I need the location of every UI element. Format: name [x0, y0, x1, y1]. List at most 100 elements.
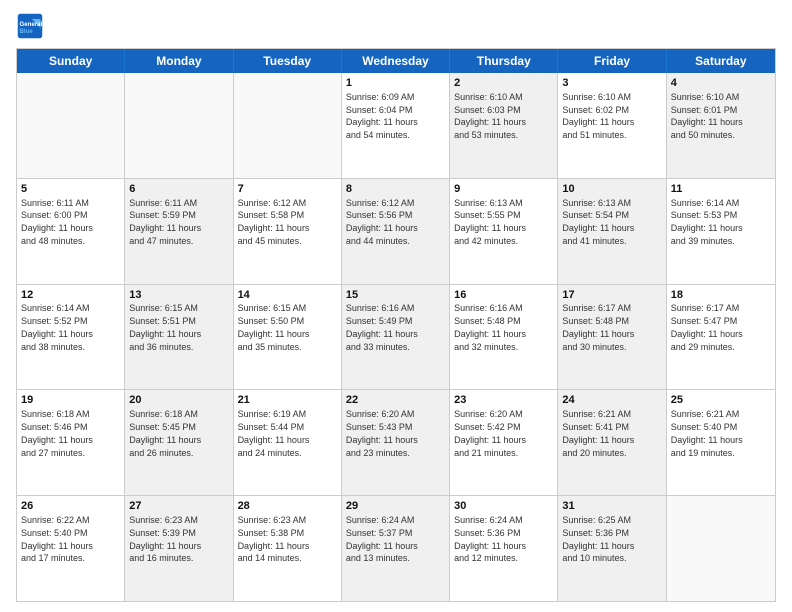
header: General Blue: [16, 12, 776, 40]
day-number: 10: [562, 182, 661, 197]
day-number: 16: [454, 288, 553, 303]
day-number: 12: [21, 288, 120, 303]
day-number: 24: [562, 393, 661, 408]
day-number: 3: [562, 76, 661, 91]
calendar-header: SundayMondayTuesdayWednesdayThursdayFrid…: [17, 49, 775, 73]
weekday-header-sunday: Sunday: [17, 49, 125, 73]
calendar-cell-r1-c1: 6Sunrise: 6:11 AM Sunset: 5:59 PM Daylig…: [125, 179, 233, 284]
day-number: 23: [454, 393, 553, 408]
weekday-header-monday: Monday: [125, 49, 233, 73]
cell-info: Sunrise: 6:14 AM Sunset: 5:52 PM Dayligh…: [21, 303, 93, 351]
cell-info: Sunrise: 6:23 AM Sunset: 5:39 PM Dayligh…: [129, 515, 201, 563]
calendar-row-1: 5Sunrise: 6:11 AM Sunset: 6:00 PM Daylig…: [17, 179, 775, 285]
day-number: 31: [562, 499, 661, 514]
day-number: 9: [454, 182, 553, 197]
calendar-cell-r2-c0: 12Sunrise: 6:14 AM Sunset: 5:52 PM Dayli…: [17, 285, 125, 390]
calendar-cell-r2-c3: 15Sunrise: 6:16 AM Sunset: 5:49 PM Dayli…: [342, 285, 450, 390]
calendar-cell-r1-c5: 10Sunrise: 6:13 AM Sunset: 5:54 PM Dayli…: [558, 179, 666, 284]
cell-info: Sunrise: 6:22 AM Sunset: 5:40 PM Dayligh…: [21, 515, 93, 563]
day-number: 17: [562, 288, 661, 303]
calendar: SundayMondayTuesdayWednesdayThursdayFrid…: [16, 48, 776, 602]
calendar-cell-r1-c3: 8Sunrise: 6:12 AM Sunset: 5:56 PM Daylig…: [342, 179, 450, 284]
calendar-row-4: 26Sunrise: 6:22 AM Sunset: 5:40 PM Dayli…: [17, 496, 775, 601]
calendar-body: 1Sunrise: 6:09 AM Sunset: 6:04 PM Daylig…: [17, 73, 775, 601]
cell-info: Sunrise: 6:21 AM Sunset: 5:41 PM Dayligh…: [562, 409, 634, 457]
logo-icon: General Blue: [16, 12, 44, 40]
calendar-cell-r0-c5: 3Sunrise: 6:10 AM Sunset: 6:02 PM Daylig…: [558, 73, 666, 178]
calendar-row-3: 19Sunrise: 6:18 AM Sunset: 5:46 PM Dayli…: [17, 390, 775, 496]
calendar-cell-r1-c2: 7Sunrise: 6:12 AM Sunset: 5:58 PM Daylig…: [234, 179, 342, 284]
calendar-cell-r4-c0: 26Sunrise: 6:22 AM Sunset: 5:40 PM Dayli…: [17, 496, 125, 601]
calendar-cell-r3-c6: 25Sunrise: 6:21 AM Sunset: 5:40 PM Dayli…: [667, 390, 775, 495]
cell-info: Sunrise: 6:24 AM Sunset: 5:36 PM Dayligh…: [454, 515, 526, 563]
cell-info: Sunrise: 6:17 AM Sunset: 5:47 PM Dayligh…: [671, 303, 743, 351]
day-number: 30: [454, 499, 553, 514]
calendar-cell-r0-c3: 1Sunrise: 6:09 AM Sunset: 6:04 PM Daylig…: [342, 73, 450, 178]
cell-info: Sunrise: 6:18 AM Sunset: 5:46 PM Dayligh…: [21, 409, 93, 457]
day-number: 4: [671, 76, 771, 91]
weekday-header-tuesday: Tuesday: [234, 49, 342, 73]
cell-info: Sunrise: 6:11 AM Sunset: 5:59 PM Dayligh…: [129, 198, 201, 246]
calendar-cell-r3-c4: 23Sunrise: 6:20 AM Sunset: 5:42 PM Dayli…: [450, 390, 558, 495]
day-number: 19: [21, 393, 120, 408]
cell-info: Sunrise: 6:17 AM Sunset: 5:48 PM Dayligh…: [562, 303, 634, 351]
day-number: 28: [238, 499, 337, 514]
weekday-header-wednesday: Wednesday: [342, 49, 450, 73]
cell-info: Sunrise: 6:12 AM Sunset: 5:58 PM Dayligh…: [238, 198, 310, 246]
cell-info: Sunrise: 6:19 AM Sunset: 5:44 PM Dayligh…: [238, 409, 310, 457]
cell-info: Sunrise: 6:10 AM Sunset: 6:02 PM Dayligh…: [562, 92, 634, 140]
day-number: 21: [238, 393, 337, 408]
calendar-cell-r2-c4: 16Sunrise: 6:16 AM Sunset: 5:48 PM Dayli…: [450, 285, 558, 390]
cell-info: Sunrise: 6:13 AM Sunset: 5:55 PM Dayligh…: [454, 198, 526, 246]
calendar-cell-r4-c6: [667, 496, 775, 601]
cell-info: Sunrise: 6:20 AM Sunset: 5:43 PM Dayligh…: [346, 409, 418, 457]
cell-info: Sunrise: 6:16 AM Sunset: 5:49 PM Dayligh…: [346, 303, 418, 351]
weekday-header-saturday: Saturday: [667, 49, 775, 73]
day-number: 2: [454, 76, 553, 91]
calendar-cell-r2-c2: 14Sunrise: 6:15 AM Sunset: 5:50 PM Dayli…: [234, 285, 342, 390]
calendar-cell-r4-c2: 28Sunrise: 6:23 AM Sunset: 5:38 PM Dayli…: [234, 496, 342, 601]
day-number: 20: [129, 393, 228, 408]
svg-text:General: General: [20, 21, 43, 28]
day-number: 5: [21, 182, 120, 197]
day-number: 25: [671, 393, 771, 408]
calendar-cell-r4-c3: 29Sunrise: 6:24 AM Sunset: 5:37 PM Dayli…: [342, 496, 450, 601]
calendar-cell-r1-c6: 11Sunrise: 6:14 AM Sunset: 5:53 PM Dayli…: [667, 179, 775, 284]
calendar-cell-r0-c1: [125, 73, 233, 178]
day-number: 15: [346, 288, 445, 303]
calendar-cell-r2-c1: 13Sunrise: 6:15 AM Sunset: 5:51 PM Dayli…: [125, 285, 233, 390]
cell-info: Sunrise: 6:14 AM Sunset: 5:53 PM Dayligh…: [671, 198, 743, 246]
cell-info: Sunrise: 6:11 AM Sunset: 6:00 PM Dayligh…: [21, 198, 93, 246]
cell-info: Sunrise: 6:12 AM Sunset: 5:56 PM Dayligh…: [346, 198, 418, 246]
day-number: 13: [129, 288, 228, 303]
calendar-cell-r3-c5: 24Sunrise: 6:21 AM Sunset: 5:41 PM Dayli…: [558, 390, 666, 495]
logo: General Blue: [16, 12, 44, 40]
calendar-cell-r2-c5: 17Sunrise: 6:17 AM Sunset: 5:48 PM Dayli…: [558, 285, 666, 390]
day-number: 26: [21, 499, 120, 514]
day-number: 1: [346, 76, 445, 91]
cell-info: Sunrise: 6:24 AM Sunset: 5:37 PM Dayligh…: [346, 515, 418, 563]
day-number: 18: [671, 288, 771, 303]
day-number: 27: [129, 499, 228, 514]
cell-info: Sunrise: 6:18 AM Sunset: 5:45 PM Dayligh…: [129, 409, 201, 457]
calendar-cell-r0-c6: 4Sunrise: 6:10 AM Sunset: 6:01 PM Daylig…: [667, 73, 775, 178]
calendar-cell-r4-c5: 31Sunrise: 6:25 AM Sunset: 5:36 PM Dayli…: [558, 496, 666, 601]
calendar-cell-r4-c1: 27Sunrise: 6:23 AM Sunset: 5:39 PM Dayli…: [125, 496, 233, 601]
calendar-cell-r0-c4: 2Sunrise: 6:10 AM Sunset: 6:03 PM Daylig…: [450, 73, 558, 178]
cell-info: Sunrise: 6:10 AM Sunset: 6:01 PM Dayligh…: [671, 92, 743, 140]
calendar-cell-r1-c0: 5Sunrise: 6:11 AM Sunset: 6:00 PM Daylig…: [17, 179, 125, 284]
cell-info: Sunrise: 6:15 AM Sunset: 5:51 PM Dayligh…: [129, 303, 201, 351]
day-number: 6: [129, 182, 228, 197]
svg-text:Blue: Blue: [20, 28, 34, 35]
weekday-header-friday: Friday: [558, 49, 666, 73]
cell-info: Sunrise: 6:23 AM Sunset: 5:38 PM Dayligh…: [238, 515, 310, 563]
cell-info: Sunrise: 6:16 AM Sunset: 5:48 PM Dayligh…: [454, 303, 526, 351]
day-number: 8: [346, 182, 445, 197]
cell-info: Sunrise: 6:25 AM Sunset: 5:36 PM Dayligh…: [562, 515, 634, 563]
calendar-cell-r0-c2: [234, 73, 342, 178]
calendar-cell-r3-c2: 21Sunrise: 6:19 AM Sunset: 5:44 PM Dayli…: [234, 390, 342, 495]
day-number: 7: [238, 182, 337, 197]
cell-info: Sunrise: 6:09 AM Sunset: 6:04 PM Dayligh…: [346, 92, 418, 140]
day-number: 29: [346, 499, 445, 514]
calendar-row-0: 1Sunrise: 6:09 AM Sunset: 6:04 PM Daylig…: [17, 73, 775, 179]
